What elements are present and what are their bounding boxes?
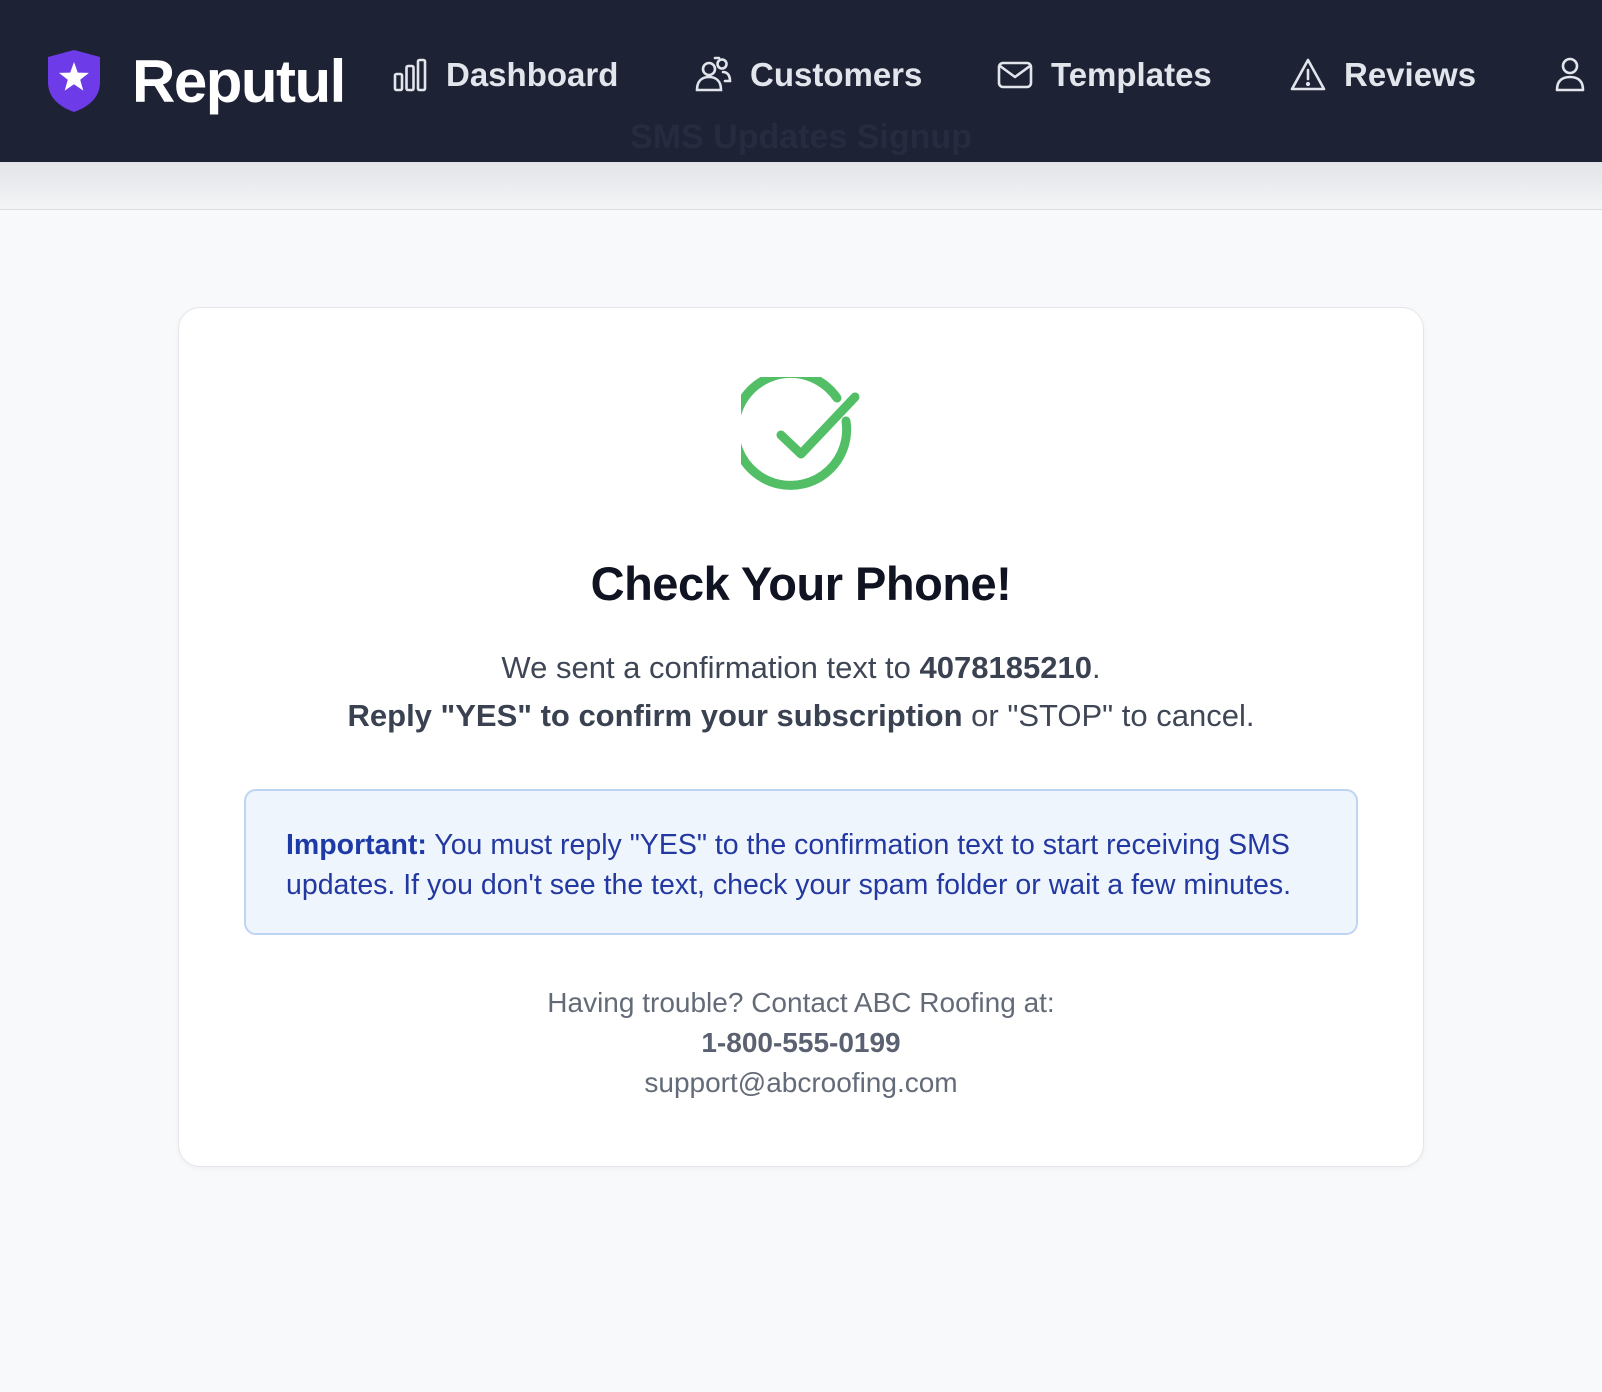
page-heading-behind-nav: SMS Updates Signup <box>630 118 972 156</box>
reply-instruction-rest: or "STOP" to cancel. <box>962 698 1255 733</box>
contact-email[interactable]: support@abcroofing.com <box>179 1067 1423 1099</box>
page-title: Check Your Phone! <box>590 557 1012 610</box>
nav-item-dashboard[interactable]: Dashboard <box>392 56 618 94</box>
sub-header-bar <box>0 162 1602 210</box>
contact-intro: Having trouble? Contact ABC Roofing at: <box>547 987 1055 1018</box>
top-navbar: SMS Updates Signup Reputul Dashboard Cus… <box>0 0 1602 162</box>
phone-number: 4078185210 <box>919 650 1092 685</box>
brand-name: Reputul <box>132 47 346 115</box>
notice-text: You must reply "YES" to the confirmation… <box>286 829 1292 901</box>
shield-star-icon <box>48 50 100 112</box>
confirmation-card: Check Your Phone! We sent a confirmation… <box>178 307 1424 1167</box>
bar-chart-icon <box>393 58 427 92</box>
nav-item-customers[interactable]: Customers <box>694 56 922 94</box>
nav-label-customers: Customers <box>750 56 923 93</box>
sent-message: We sent a confirmation text to 407818521… <box>179 650 1423 686</box>
mail-icon <box>997 61 1033 89</box>
important-notice: Important: You must reply "YES" to the c… <box>244 789 1358 935</box>
brand[interactable]: Reputul <box>46 47 346 116</box>
warning-triangle-icon <box>1290 58 1326 91</box>
nav-label-dashboard: Dashboard <box>446 56 619 93</box>
sent-suffix: . <box>1091 650 1101 685</box>
nav-label-templates: Templates <box>1051 56 1212 93</box>
nav-item-reviews[interactable]: Reviews <box>1290 56 1476 94</box>
user-icon <box>1555 57 1585 92</box>
sent-prefix: We sent a confirmation text to <box>501 650 920 685</box>
users-icon <box>695 56 732 92</box>
nav-label-reviews: Reviews <box>1344 56 1477 93</box>
check-circle-icon <box>741 377 860 490</box>
reply-instructions: Reply "YES" to confirm your subscription… <box>179 698 1423 734</box>
reply-instruction-bold: Reply "YES" to confirm your subscription <box>347 698 963 733</box>
nav-item-account[interactable] <box>1554 56 1602 92</box>
contact-phone[interactable]: 1-800-555-0199 <box>179 1027 1423 1059</box>
nav-item-templates[interactable]: Templates <box>997 56 1212 94</box>
notice-label: Important: <box>286 829 427 861</box>
